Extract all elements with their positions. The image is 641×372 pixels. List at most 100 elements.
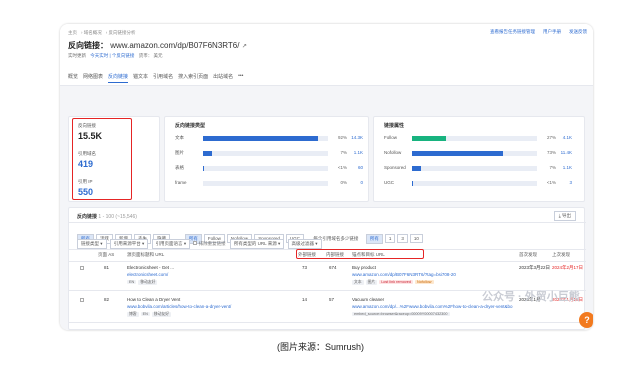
sub-line: 实时更新 今天实时 | 个反向链接 货币： 美元 [68, 53, 162, 59]
user-manual-link[interactable]: 用户手册 [543, 29, 561, 35]
types-row-count[interactable]: 14.3K [349, 135, 363, 140]
types-bar-track [203, 151, 328, 156]
tab-1[interactable]: 网络图表 [83, 73, 103, 83]
dedupe-checkbox[interactable]: 排除重复链接 [193, 241, 226, 246]
breadcrumb-overview[interactable]: 域名概况 [84, 30, 102, 35]
link-type-label: 链接类型 [81, 241, 99, 246]
platform-select[interactable]: 引用来源平台 ▾ [109, 239, 149, 249]
anchor-tag: Nofollow [414, 280, 434, 284]
tab-5[interactable]: 搜入索引页面 [178, 73, 208, 83]
page-header: 主页 › 域名概况 › 反向链接分析 查看报告任务链接管理 用户手册 发送反馈 反向… [60, 24, 593, 86]
row-internal-links[interactable]: 57 [329, 297, 334, 302]
col-page-as[interactable]: 页面 AS [98, 252, 114, 258]
row-target-url[interactable]: www.amazon.com/dp/B07F6N3RT6/?tag=bsi708… [352, 272, 456, 277]
tab-7[interactable]: ••• [238, 73, 243, 83]
row-anchor: Buy product [352, 265, 377, 270]
types-bar-fill [203, 166, 205, 171]
attrs-row-pct: 73% [546, 150, 556, 155]
attrs-row: Sponsored 7% 1.1K [374, 165, 572, 172]
language-label: 引用页面语言 [155, 241, 183, 246]
attrs-row: Nofollow 73% 11.4K [374, 150, 572, 157]
divider [69, 222, 586, 223]
attrs-row-pct: <1% [546, 180, 556, 185]
types-row-count[interactable]: 0 [349, 180, 363, 185]
attrs-bar-fill [412, 136, 446, 141]
row-source-url[interactable]: electronicsheet.com/ [127, 272, 168, 277]
attrs-row-label: Nofollow [384, 150, 402, 155]
filters3-btn-3[interactable]: 10 [409, 234, 423, 243]
attrs-bar-track [412, 136, 537, 141]
col-source: 源页面标题和 URL [127, 252, 165, 257]
filter-row-2: 链接类型 ▾ 引用来源平台 ▾ 引用页面语言 ▾ 排除重复链接 所有类型的 UR… [77, 239, 324, 249]
breadcrumb-home[interactable]: 主页 [68, 30, 77, 35]
url-source-select[interactable]: 所有类型的 URL 来源 ▾ [229, 239, 285, 249]
currency-label: 货币： [138, 53, 153, 58]
types-bar-fill [203, 151, 212, 156]
attrs-row-label: Follow [384, 135, 398, 140]
attrs-row-label: UGC [384, 180, 394, 185]
row-source-title[interactable]: How to Clean a Dryer Vent [127, 297, 180, 302]
update-link[interactable]: 今天实时 | 个反向链接 [90, 53, 134, 58]
list-title-text: 反向链接 [77, 214, 98, 220]
export-button[interactable]: ⤓ 导出 [553, 211, 576, 221]
types-row-pct: 7% [340, 150, 347, 155]
tab-6[interactable]: 出站域名 [213, 73, 233, 83]
col-last-seen[interactable]: 上次发现 [552, 252, 570, 258]
url-source-label: 所有类型的 URL 来源 [233, 241, 277, 246]
col-first-seen[interactable]: 首次发现 [519, 252, 537, 258]
filters3-btn-2[interactable]: 3 [397, 234, 408, 243]
tab-2[interactable]: 反向链接 [108, 73, 129, 83]
attrs-row-count[interactable]: 11.4K [558, 150, 572, 155]
row-source-tags: 博客 EN 移动友好 [127, 311, 173, 317]
currency-value[interactable]: 美元 [153, 53, 162, 58]
attrs-row-count[interactable]: 1.1K [558, 165, 572, 170]
filters3-btn-0[interactable]: 所有 [365, 234, 383, 244]
attrs-row-count[interactable]: 3 [558, 180, 572, 185]
types-row-label: frame [175, 180, 187, 185]
types-bar-track [203, 166, 328, 171]
help-fab[interactable]: ? [579, 312, 593, 328]
caption: (图片来源：Sumrush) [276, 342, 364, 352]
task-link-button[interactable]: 查看报告任务链接管理 [490, 29, 535, 35]
row-source-title[interactable]: Electronicsheet - Get ... [127, 265, 174, 270]
export-label: 导出 [562, 213, 571, 218]
list-title: 反向链接 1 - 100 (~15,546) [77, 213, 137, 220]
attrs-row: UGC <1% 3 [374, 180, 572, 187]
types-row-label: 图片 [175, 150, 184, 155]
row-internal-links[interactable]: 674 [329, 265, 337, 270]
types-row-count[interactable]: 60 [349, 165, 363, 170]
language-select[interactable]: 引用页面语言 ▾ [151, 239, 191, 249]
tab-3[interactable]: 锚文本 [133, 73, 148, 83]
types-bar-track [203, 136, 328, 141]
row-external-links[interactable]: 73 [302, 265, 307, 270]
types-row: 文本 92% 14.3K [165, 135, 363, 142]
external-link-icon[interactable]: ↗ [242, 44, 247, 50]
filters3-btn-1[interactable]: 1 [384, 234, 396, 243]
row-external-links[interactable]: 14 [302, 297, 307, 302]
link-type-select[interactable]: 链接类型 ▾ [77, 239, 107, 249]
watermark: 公众号 · 外贸小巨熊 [482, 291, 580, 303]
feedback-link[interactable]: 发送反馈 [569, 29, 587, 35]
attrs-bar-fill [412, 181, 414, 186]
attrs-bar-track [412, 151, 537, 156]
backlinks-list-card: 反向链接 1 - 100 (~15,546) ⤓ 导出 所有活跃新增丢失隐藏 所… [68, 207, 586, 330]
types-row: frame 0% 0 [165, 180, 363, 187]
row-source-url[interactable]: www.bobvila.com/articles/how-to-clean-a-… [127, 304, 231, 309]
attrs-row-count[interactable]: 4.1K [558, 135, 572, 140]
source-tag: 博客 [127, 312, 139, 317]
attrs-row-pct: 7% [549, 165, 556, 170]
divider [69, 261, 586, 262]
types-row: 表格 <1% 60 [165, 165, 363, 172]
tab-0[interactable]: 概览 [68, 73, 78, 83]
anchor-tag: 文本 [352, 280, 364, 285]
tab-4[interactable]: 引用域名 [153, 73, 173, 83]
advanced-filter-button[interactable]: 高级过滤器 ▾ [287, 239, 322, 249]
checkbox-icon [193, 241, 198, 245]
types-row: 图片 7% 1.1K [165, 150, 363, 157]
row-checkbox[interactable] [80, 266, 84, 270]
row-target-url[interactable]: www.amazon.com/dp/...%2Fwww.bobvila.com%… [352, 304, 513, 309]
title-url[interactable]: www.amazon.com/dp/B07F6N3RT6/ [110, 41, 239, 50]
types-row-count[interactable]: 1.1K [349, 150, 363, 155]
row-checkbox[interactable] [80, 298, 84, 302]
row-anchor-tags: 文本 图片 Lost link removed Nofollow [352, 279, 436, 285]
